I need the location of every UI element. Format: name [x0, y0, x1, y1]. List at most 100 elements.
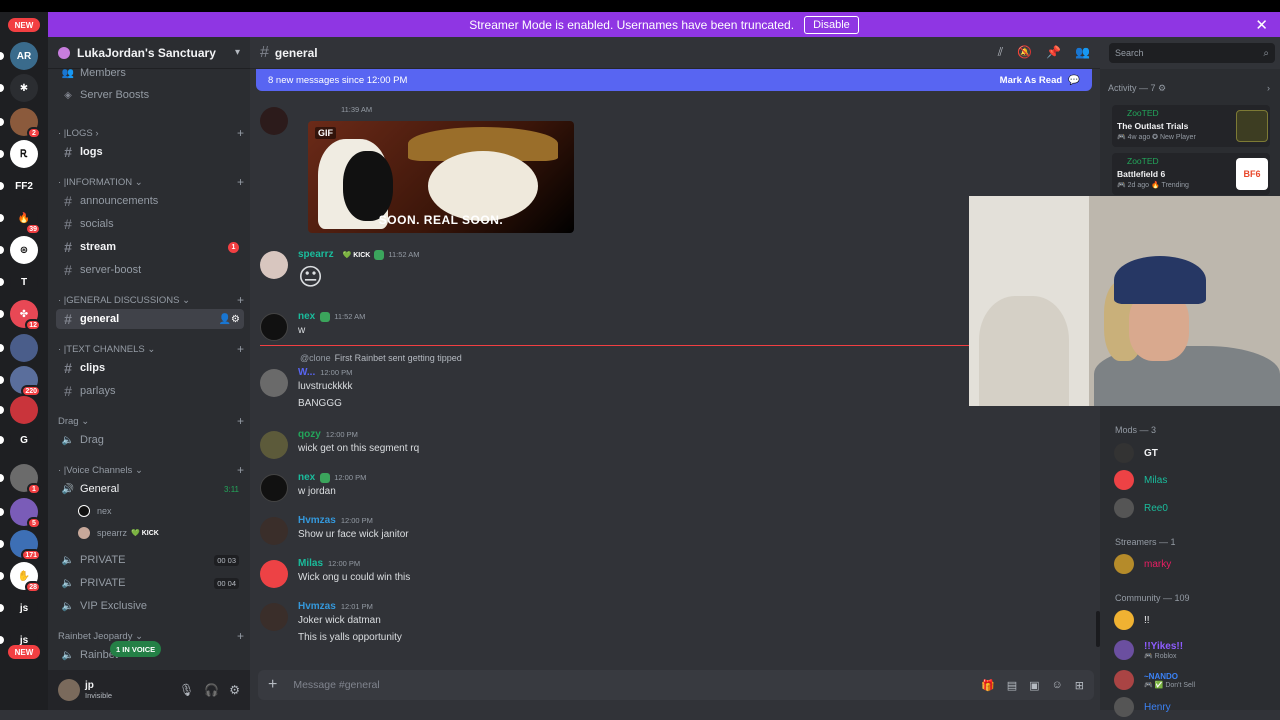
channel-clips[interactable]: # clips	[56, 358, 244, 378]
server-icon[interactable]: Ꭱ	[10, 140, 38, 168]
add-channel-icon[interactable]: +	[237, 175, 244, 189]
avatar[interactable]	[260, 474, 288, 502]
new-pill-bottom[interactable]: NEW	[8, 645, 40, 659]
member-item[interactable]: Ree0	[1114, 497, 1168, 519]
close-icon[interactable]: ✕	[1255, 16, 1268, 34]
add-channel-icon[interactable]: +	[237, 463, 244, 477]
voice-channel-vip[interactable]: 🔈 VIP Exclusive	[56, 596, 244, 616]
message-author[interactable]: spearrz	[298, 249, 334, 260]
channel-server-boost[interactable]: # server-boost	[56, 260, 244, 280]
server-icon[interactable]: 220	[10, 366, 41, 397]
channel-announcements[interactable]: # announcements	[56, 191, 244, 211]
channel-members[interactable]: 👥 Members	[56, 63, 244, 83]
server-icon[interactable]: 2	[10, 108, 41, 139]
pin-icon[interactable]: 📌	[1046, 45, 1061, 60]
channel-parlays[interactable]: # parlays	[56, 381, 244, 401]
server-icon[interactable]	[10, 396, 38, 424]
avatar[interactable]	[260, 431, 288, 459]
search-input[interactable]: Search	[1115, 48, 1144, 58]
member-item[interactable]: !!	[1114, 609, 1150, 631]
avatar[interactable]	[260, 107, 288, 135]
category-information[interactable]: · | INFORMATION ⌄ +	[58, 175, 244, 189]
message-input[interactable]	[293, 679, 894, 691]
microphone-icon[interactable]: 🎙	[179, 683, 194, 697]
voice-user[interactable]: spearrz 💚 KICK	[78, 524, 159, 542]
channel-server-boosts[interactable]: ◈ Server Boosts	[56, 85, 244, 105]
member-item[interactable]: Milas	[1114, 469, 1167, 491]
gif-icon[interactable]: ▤	[1007, 679, 1017, 692]
message-author[interactable]: W...	[298, 367, 315, 378]
avatar[interactable]	[260, 369, 288, 397]
server-icon[interactable]: ⊛	[10, 236, 38, 264]
voice-channel-private-1[interactable]: 🔈 PRIVATE 00 03	[56, 550, 244, 570]
member-list-icon[interactable]: 👥	[1075, 45, 1090, 60]
gift-icon[interactable]: 🎁	[981, 679, 995, 692]
headphones-icon[interactable]: 🎧	[204, 683, 219, 697]
avatar[interactable]	[260, 517, 288, 545]
server-icon[interactable]: 🔥 39	[10, 204, 41, 235]
voice-user[interactable]: nex	[78, 502, 112, 520]
add-channel-icon[interactable]: +	[237, 126, 244, 140]
avatar[interactable]	[58, 679, 80, 701]
message-author[interactable]: Hvmzas	[298, 515, 336, 526]
notification-bell-icon[interactable]: 🔕	[1017, 45, 1032, 60]
channel-drag[interactable]: 🔈 Drag	[56, 430, 244, 450]
add-channel-icon[interactable]: +	[237, 293, 244, 307]
search-box[interactable]: Search ⌕	[1109, 43, 1275, 63]
add-channel-icon[interactable]: +	[237, 414, 244, 428]
chevron-right-icon[interactable]: ›	[1267, 83, 1270, 93]
server-icon[interactable]: js	[10, 594, 38, 622]
in-voice-pill[interactable]: 1 IN VOICE	[110, 641, 162, 657]
new-messages-bar[interactable]: 8 new messages since 12:00 PM Mark As Re…	[256, 69, 1092, 91]
activity-card[interactable]: ZooTED Battlefield 6 🎮 2d ago 🔥 Trending…	[1112, 153, 1270, 195]
add-channel-icon[interactable]: +	[237, 629, 244, 643]
disable-button[interactable]: Disable	[804, 15, 859, 34]
new-pill-top[interactable]: NEW	[8, 18, 40, 32]
settings-gear-icon[interactable]: ⚙	[229, 683, 240, 697]
server-icon[interactable]: 171	[10, 530, 41, 561]
mark-as-read-button[interactable]: Mark As Read	[1000, 75, 1062, 86]
server-icon[interactable]: G	[10, 426, 38, 454]
server-icon[interactable]: ✱	[10, 74, 38, 102]
apps-icon[interactable]: ⊞	[1075, 679, 1084, 692]
server-icon[interactable]: 5	[10, 498, 41, 529]
add-attachment-icon[interactable]: +	[268, 676, 277, 694]
category-general-discussions[interactable]: · | GENERAL DISCUSSIONS ⌄ +	[58, 293, 244, 307]
category-logs[interactable]: · | LOGS › +	[58, 126, 244, 140]
server-icon[interactable]: T	[10, 268, 38, 296]
invite-icon[interactable]: 👤⚙	[219, 314, 240, 325]
gif-embed[interactable]: GIF SOON. REAL SOON.	[308, 121, 574, 233]
avatar[interactable]	[260, 313, 288, 341]
message-author[interactable]: nex	[298, 311, 315, 322]
server-icon[interactable]: ✋ 28	[10, 562, 41, 593]
voice-channel-private-2[interactable]: 🔈 PRIVATE 00 04	[56, 573, 244, 593]
voice-channel-general[interactable]: 🔊 General 3:11	[56, 479, 244, 499]
message-author[interactable]: qozy	[298, 429, 321, 440]
reply-reference[interactable]: @clone First Rainbet sent getting tipped	[300, 353, 462, 363]
server-icon[interactable]	[10, 334, 38, 362]
avatar[interactable]	[260, 560, 288, 588]
channel-logs[interactable]: # logs	[56, 142, 244, 162]
gear-icon[interactable]: ⚙	[1158, 83, 1166, 93]
threads-icon[interactable]: ⫽	[998, 45, 1003, 60]
server-icon[interactable]: AR	[10, 42, 38, 70]
server-icon[interactable]: FF2	[10, 172, 38, 200]
activity-header[interactable]: Activity — 7 ⚙ ›	[1108, 83, 1274, 94]
category-text-channels[interactable]: · | TEXT CHANNELS ⌄ +	[58, 342, 244, 356]
member-item[interactable]: !!Yikes!! 🎮 Roblox	[1114, 639, 1183, 661]
member-item[interactable]: ~NANDO 🎮 ✅ Don't Sell	[1114, 669, 1195, 691]
member-item[interactable]: marky	[1114, 553, 1171, 575]
channel-stream[interactable]: # stream 1	[56, 237, 244, 257]
activity-card[interactable]: ZooTED The Outlast Trials 🎮 4w ago ✪ New…	[1112, 105, 1270, 147]
channel-general[interactable]: # general 👤⚙	[56, 309, 244, 329]
category-voice-channels[interactable]: · | Voice Channels ⌄ +	[58, 463, 244, 477]
message-author[interactable]: Hvmzas	[298, 601, 336, 612]
server-icon[interactable]: ✤ 12	[10, 300, 41, 331]
avatar[interactable]	[260, 603, 288, 631]
category-drag[interactable]: Drag ⌄ +	[58, 414, 244, 428]
member-item[interactable]: GT	[1114, 442, 1158, 464]
add-channel-icon[interactable]: +	[237, 342, 244, 356]
message-author[interactable]: nex	[298, 472, 315, 483]
message-author[interactable]: Milas	[298, 558, 323, 569]
emoji-icon[interactable]: ☺	[1052, 679, 1063, 692]
